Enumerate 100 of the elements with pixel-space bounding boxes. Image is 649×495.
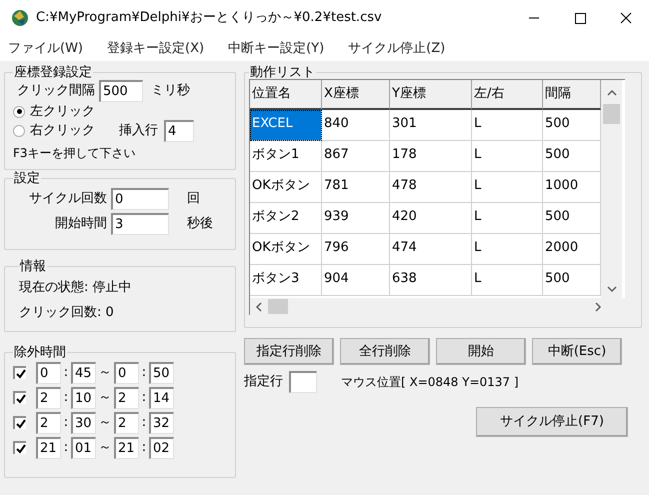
table-cell[interactable]: 478 xyxy=(390,172,472,203)
minute-field[interactable]: 01 xyxy=(71,436,96,458)
minute-field[interactable]: 32 xyxy=(149,412,174,434)
table-cell[interactable]: OKボタン xyxy=(250,172,322,203)
minute-field[interactable]: 30 xyxy=(71,412,96,434)
colon-separator: : xyxy=(62,438,70,457)
hour-field[interactable]: 0 xyxy=(36,362,61,384)
radio-icon[interactable] xyxy=(13,106,25,118)
table-cell[interactable]: 840 xyxy=(322,110,390,141)
action-button[interactable]: 開始 xyxy=(436,338,526,365)
mouse-position-text: マウス位置[ X=0848 Y=0137 ] xyxy=(341,374,519,391)
radio-icon[interactable] xyxy=(13,124,25,136)
column-header[interactable]: 間隔 xyxy=(543,80,601,110)
hour-field[interactable]: 2 xyxy=(36,386,61,408)
table-cell[interactable]: L xyxy=(472,141,543,172)
group-title: 情報 xyxy=(19,260,47,273)
action-button[interactable]: 全行削除 xyxy=(340,338,430,365)
table-cell[interactable]: EXCEL xyxy=(250,110,322,141)
table-cell[interactable]: ボタン2 xyxy=(250,203,322,234)
window-title: C:¥MyProgram¥Delphi¥おーとくりっか～¥0.2¥test.csv xyxy=(36,9,382,28)
table-cell[interactable]: 638 xyxy=(390,265,472,296)
colon-separator: : xyxy=(140,364,148,382)
unit-label: ミリ秒 xyxy=(151,82,190,100)
interval-field[interactable]: 500 xyxy=(99,80,143,102)
menu-item[interactable]: 登録キー設定(X) xyxy=(107,38,204,58)
scroll-up-icon[interactable] xyxy=(606,88,616,98)
checkbox[interactable] xyxy=(13,391,26,404)
group-title: 除外時間 xyxy=(13,346,67,359)
table-cell[interactable]: 178 xyxy=(390,141,472,172)
menu-item[interactable]: 中断キー設定(Y) xyxy=(228,38,324,58)
setting-field[interactable]: 0 xyxy=(111,188,169,210)
colon-separator: : xyxy=(140,388,148,407)
field-label: クリック間隔 xyxy=(17,82,95,100)
range-separator: ～ xyxy=(98,414,112,432)
insert-row-field[interactable]: 4 xyxy=(164,120,194,142)
table-cell[interactable]: 939 xyxy=(322,203,390,234)
table-cell[interactable]: ボタン3 xyxy=(250,265,322,296)
action-button[interactable]: 中断(Esc) xyxy=(532,338,622,365)
colon-separator: : xyxy=(62,414,70,432)
field-label: 挿入行 xyxy=(119,122,158,140)
minute-field[interactable]: 45 xyxy=(71,362,96,384)
hour-field[interactable]: 2 xyxy=(114,412,139,434)
action-button[interactable]: サイクル停止(F7) xyxy=(476,407,628,437)
colon-separator: : xyxy=(62,388,70,407)
minute-field[interactable]: 10 xyxy=(71,386,96,408)
table-cell[interactable]: L xyxy=(472,234,543,265)
column-header[interactable]: Y座標 xyxy=(390,80,472,110)
hint-text: F3キーを押して下さい xyxy=(13,145,137,162)
field-label: 指定行 xyxy=(244,373,283,392)
column-header[interactable]: 位置名 xyxy=(250,80,322,110)
table-cell[interactable]: 796 xyxy=(322,234,390,265)
vertical-scrollbar[interactable] xyxy=(601,80,622,298)
column-header[interactable]: X座標 xyxy=(322,80,390,110)
table-cell[interactable]: 420 xyxy=(390,203,472,234)
hour-field[interactable]: 2 xyxy=(114,386,139,408)
table-cell[interactable]: 474 xyxy=(390,234,472,265)
info-text: 現在の状態: 停止中 xyxy=(19,279,133,297)
group-title: 座標登録設定 xyxy=(13,66,93,79)
scroll-thumb[interactable] xyxy=(268,299,288,314)
table-cell[interactable]: L xyxy=(472,172,543,203)
table-cell[interactable]: 781 xyxy=(322,172,390,203)
table-cell[interactable]: ボタン1 xyxy=(250,141,322,172)
range-separator: ～ xyxy=(98,364,112,382)
scroll-left-icon[interactable] xyxy=(254,302,264,312)
scroll-thumb[interactable] xyxy=(603,104,620,124)
scroll-right-icon[interactable] xyxy=(593,302,603,312)
minute-field[interactable]: 02 xyxy=(149,436,174,458)
checkbox[interactable] xyxy=(13,441,26,454)
table-cell[interactable]: L xyxy=(472,203,543,234)
minute-field[interactable]: 14 xyxy=(149,386,174,408)
setting-field[interactable]: 3 xyxy=(111,213,169,235)
colon-separator: : xyxy=(140,438,148,457)
field-label: 開始時間 xyxy=(54,215,108,234)
menu-item[interactable]: ファイル(W) xyxy=(8,38,83,58)
table-cell[interactable]: 867 xyxy=(322,141,390,172)
colon-separator: : xyxy=(62,364,70,382)
hour-field[interactable]: 21 xyxy=(114,436,139,458)
column-header[interactable]: 左/右 xyxy=(472,80,543,110)
scroll-down-icon[interactable] xyxy=(606,284,616,294)
hour-field[interactable]: 0 xyxy=(114,362,139,384)
hour-field[interactable]: 21 xyxy=(36,436,61,458)
table-cell[interactable]: OKボタン xyxy=(250,234,322,265)
radio-option[interactable]: 左クリック xyxy=(13,102,95,121)
action-button[interactable]: 指定行削除 xyxy=(244,338,334,365)
info-text: クリック回数: 0 xyxy=(19,304,115,322)
colon-separator: : xyxy=(140,414,148,432)
table-cell[interactable]: 904 xyxy=(322,265,390,296)
radio-option[interactable]: 右クリック xyxy=(13,121,95,140)
range-separator: ～ xyxy=(98,388,112,407)
table-cell[interactable]: L xyxy=(472,265,543,296)
menu-item[interactable]: サイクル停止(Z) xyxy=(348,38,446,58)
table-cell[interactable]: 301 xyxy=(390,110,472,141)
minute-field[interactable]: 50 xyxy=(149,362,174,384)
checkbox[interactable] xyxy=(13,416,26,429)
checkbox[interactable] xyxy=(13,366,26,379)
field-label: サイクル回数 xyxy=(28,190,108,208)
hour-field[interactable]: 2 xyxy=(36,412,61,434)
table-cell[interactable]: L xyxy=(472,110,543,141)
row-field[interactable] xyxy=(289,371,317,393)
unit-label: 秒後 xyxy=(187,215,213,234)
